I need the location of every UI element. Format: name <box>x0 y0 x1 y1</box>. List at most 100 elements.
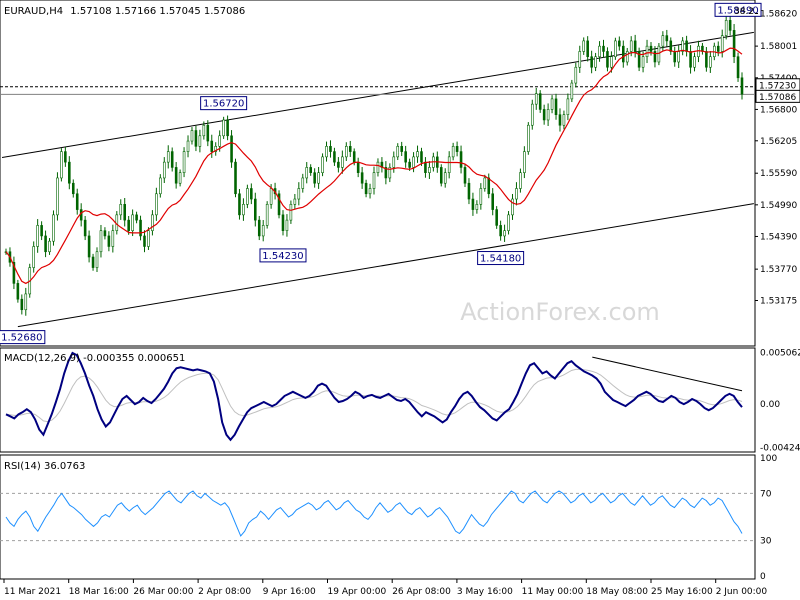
candle-body <box>736 56 740 79</box>
candle-body <box>269 188 273 205</box>
candle-body <box>709 56 712 68</box>
candle-body <box>111 230 115 247</box>
symbol-label: EURAUD,H4 <box>4 6 63 17</box>
candle-body <box>455 146 459 152</box>
candle-body <box>285 219 289 231</box>
candle-body <box>586 40 589 58</box>
candle-body <box>606 51 609 68</box>
candle-body <box>364 182 368 195</box>
price-tick-label: 1.54990 <box>760 201 797 211</box>
candle-body <box>376 161 380 173</box>
candle-body <box>412 156 415 168</box>
candle-body <box>238 193 241 216</box>
candle-body <box>56 177 59 216</box>
time-tick-label: 26 Mar 00:00 <box>133 587 193 597</box>
candle-body <box>728 20 732 31</box>
candle-body <box>16 283 20 300</box>
swing-label-text: 1.54230 <box>262 251 303 262</box>
candle-body <box>52 214 55 242</box>
time-tick-label: 11 Mar 2021 <box>4 587 61 597</box>
candle-body <box>669 40 673 52</box>
ohlc-values: 1.57108 1.57166 1.57045 1.57086 <box>70 6 245 17</box>
candle-body <box>515 188 518 200</box>
candle-body <box>602 45 605 52</box>
rsi-tick-label: 30 <box>760 537 772 547</box>
candle-body <box>732 30 736 58</box>
macd-tick-label: 0.005062 <box>760 348 800 358</box>
time-tick-label: 11 May 00:00 <box>522 587 584 597</box>
macd-tick-label: 0.00 <box>760 400 780 410</box>
candle-body <box>20 298 24 311</box>
candle-body <box>325 146 328 158</box>
candle-body <box>451 146 455 158</box>
swing-label: 1.54180 <box>477 251 525 266</box>
candle-body <box>289 204 293 221</box>
forex-chart: ActionForex.com 1.52680 1.56720 1.54230 1.5… <box>0 0 800 597</box>
time-tick-label: 18 May 08:00 <box>586 587 648 597</box>
candle-body <box>329 146 332 152</box>
candle-body <box>578 51 582 68</box>
candle-body <box>439 167 443 184</box>
candle-body <box>174 167 178 184</box>
candle-body <box>428 167 431 173</box>
candle-body <box>222 119 225 137</box>
candle-body <box>673 51 677 63</box>
swing-label: 1.54230 <box>259 248 307 263</box>
rsi-panel-frame <box>0 454 756 580</box>
candle-body <box>511 198 514 216</box>
time-tick-label: 9 Apr 16:00 <box>263 587 316 597</box>
candle-body <box>740 77 744 95</box>
macd-trendline <box>592 356 743 392</box>
candle-body <box>598 45 601 58</box>
macd-label: MACD(12,26,9) -0.000355 0.000651 <box>4 353 185 364</box>
candle-body <box>210 140 214 152</box>
candle-body <box>491 193 494 210</box>
price-tick-label: 1.54390 <box>760 232 797 242</box>
channel-upper-line <box>1 31 754 159</box>
candle-body <box>313 172 316 184</box>
swing-label-text: 1.52680 <box>1 333 42 344</box>
rsi-tick-label: 0 <box>760 572 766 582</box>
swing-label: 1.56720 <box>200 96 248 111</box>
candle-body <box>372 172 376 189</box>
candle-body <box>178 172 182 184</box>
candle-body <box>345 146 348 158</box>
price-tick-label: 1.53770 <box>760 265 797 275</box>
candle-body <box>625 51 629 63</box>
candle-body <box>95 251 99 268</box>
candle-body <box>135 214 138 221</box>
candle-body <box>416 151 419 158</box>
candle-body <box>226 119 229 137</box>
candle-body <box>550 98 554 110</box>
candle-body <box>64 151 67 163</box>
candle-body <box>665 35 669 42</box>
level-price-box-text: 1.57230 <box>759 81 796 91</box>
price-tick-label: 1.58001 <box>760 42 797 52</box>
candle-body <box>447 156 451 173</box>
candle-body <box>309 167 312 173</box>
candle-body <box>83 219 87 237</box>
candle-body <box>368 188 372 195</box>
candle-body <box>356 161 360 173</box>
candle-body <box>147 230 150 247</box>
candle-body <box>685 40 688 52</box>
candle-body <box>641 56 645 68</box>
fib-label: 38.2 <box>734 7 754 17</box>
candle-body <box>230 135 233 163</box>
candle-body <box>677 51 680 63</box>
channel-lines <box>1 31 754 328</box>
candle-body <box>186 140 190 152</box>
candle-body <box>36 225 39 247</box>
candle-body <box>305 167 309 179</box>
candle-body <box>139 219 142 237</box>
candle-body <box>530 103 534 126</box>
candle-body <box>392 156 396 168</box>
candle-body <box>170 151 174 168</box>
candle-body <box>103 230 107 237</box>
candle-body <box>689 51 692 68</box>
time-tick-label: 19 Apr 00:00 <box>328 587 387 597</box>
candle-body <box>523 151 526 173</box>
candle-body <box>321 156 324 173</box>
candle-body <box>562 114 566 126</box>
candle-body <box>242 204 245 216</box>
